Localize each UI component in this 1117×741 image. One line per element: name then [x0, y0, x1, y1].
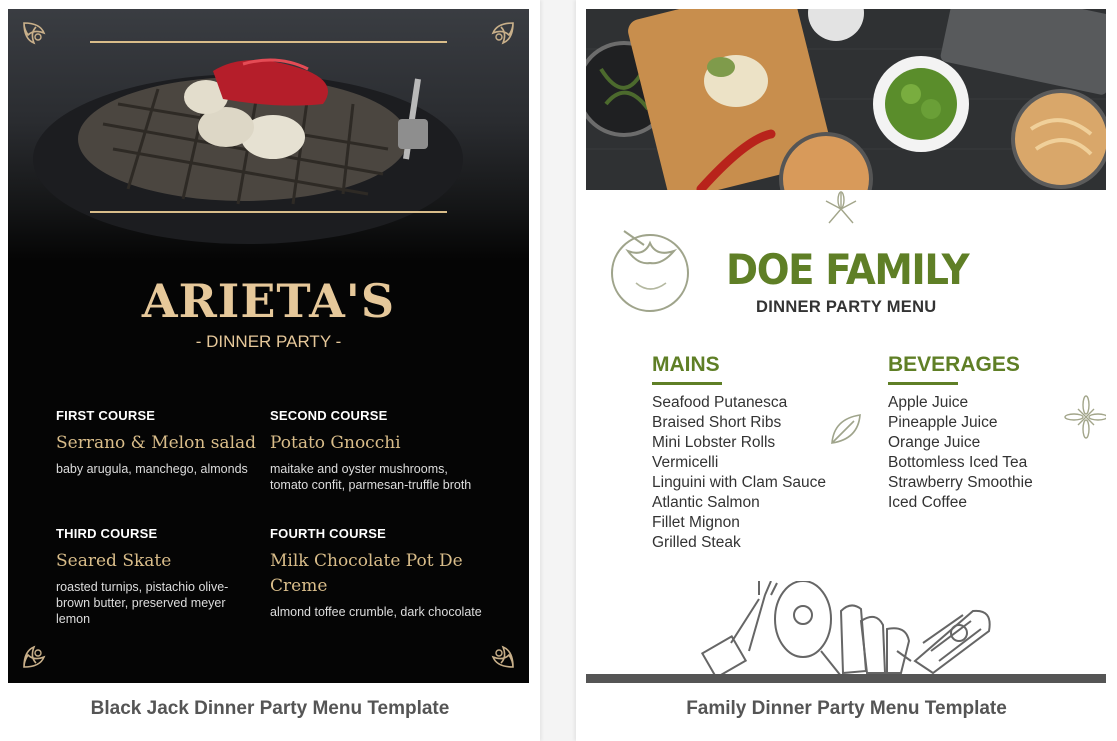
- list-item: Grilled Steak: [652, 534, 741, 551]
- list-item: Apple Juice: [888, 394, 969, 411]
- waffle-photo: [8, 9, 529, 259]
- list-item: Braised Short Ribs: [652, 414, 782, 431]
- star-anise-icon: [825, 191, 857, 224]
- course-third: THIRD COURSE Seared Skate roasted turnip…: [56, 526, 241, 627]
- black-jack-menu-preview[interactable]: ARIETA'S - DINNER PARTY - FIRST COURSE S…: [8, 9, 529, 683]
- mains-list: Seafood Putanesca Braised Short Ribs Min…: [652, 393, 826, 553]
- leaf-sketch-icon: [831, 414, 861, 444]
- ornament-top-left-icon: [23, 22, 46, 45]
- course-fourth: FOURTH COURSE Milk Chocolate Pot De Crem…: [270, 526, 485, 620]
- section-heading-beverages: BEVERAGES: [888, 353, 1020, 376]
- course-description: maitake and oyster mushrooms, tomato con…: [270, 462, 472, 492]
- template-title-link[interactable]: Family Dinner Party Menu Template: [576, 698, 1117, 720]
- course-first: FIRST COURSE Serrano & Melon salad baby …: [56, 408, 266, 477]
- ornament-top-right-icon: [491, 22, 514, 45]
- list-item: Fillet Mignon: [652, 514, 740, 531]
- star-anise-right-icon: [1064, 395, 1106, 439]
- course-second: SECOND COURSE Potato Gnocchi maitake and…: [270, 408, 485, 493]
- list-item: Linguini with Clam Sauce: [652, 474, 827, 491]
- template-card-family[interactable]: DOE FAMILY DINNER PARTY MENU MAINS Seafo…: [576, 0, 1117, 741]
- template-title-link[interactable]: Black Jack Dinner Party Menu Template: [0, 698, 540, 720]
- menu-subtitle: - DINNER PARTY -: [195, 332, 342, 351]
- course-label: THIRD COURSE: [56, 526, 158, 541]
- menu-title: DOE FAMILY: [726, 245, 970, 294]
- course-description: baby arugula, manchego, almonds: [56, 462, 248, 476]
- list-item: Strawberry Smoothie: [888, 474, 1033, 491]
- course-dish: Serrano & Melon salad: [56, 433, 257, 453]
- beverages-underline: [888, 382, 958, 385]
- list-item: Orange Juice: [888, 434, 981, 451]
- course-description: roasted turnips, pistachio olive-brown b…: [56, 580, 229, 626]
- list-item: Pineapple Juice: [888, 414, 998, 431]
- course-label: FIRST COURSE: [56, 408, 156, 423]
- section-heading-mains: MAINS: [652, 353, 720, 376]
- course-label: SECOND COURSE: [270, 408, 388, 423]
- top-gold-divider: [90, 41, 447, 43]
- course-description: almond toffee crumble, dark chocolate: [270, 605, 482, 619]
- course-dish: Seared Skate: [56, 551, 172, 571]
- list-item: Vermicelli: [652, 454, 719, 471]
- ornament-bottom-left-icon: [23, 645, 46, 668]
- footer-bar: [586, 674, 1106, 683]
- template-card-black-jack[interactable]: ARIETA'S - DINNER PARTY - FIRST COURSE S…: [0, 0, 540, 741]
- menu-title: ARIETA'S: [141, 274, 396, 328]
- tomato-sketch-icon: [611, 230, 689, 312]
- family-menu-preview[interactable]: DOE FAMILY DINNER PARTY MENU MAINS Seafo…: [586, 9, 1106, 683]
- menu-subtitle: DINNER PARTY MENU: [756, 298, 937, 316]
- list-item: Iced Coffee: [888, 494, 967, 511]
- food-photo: [586, 9, 1106, 190]
- beverages-list: Apple Juice Pineapple Juice Orange Juice…: [888, 393, 1033, 513]
- list-item: Bottomless Iced Tea: [888, 454, 1028, 471]
- utensils-sketch-icon: [701, 581, 991, 676]
- ornament-bottom-right-icon: [491, 645, 514, 668]
- course-label: FOURTH COURSE: [270, 526, 386, 541]
- course-dish: Milk Chocolate Pot De Creme: [270, 551, 463, 596]
- list-item: Seafood Putanesca: [652, 394, 788, 411]
- list-item: Mini Lobster Rolls: [652, 434, 776, 451]
- list-item: Atlantic Salmon: [652, 494, 760, 511]
- mains-underline: [652, 382, 722, 385]
- bottom-gold-divider: [90, 211, 447, 213]
- course-dish: Potato Gnocchi: [270, 433, 401, 453]
